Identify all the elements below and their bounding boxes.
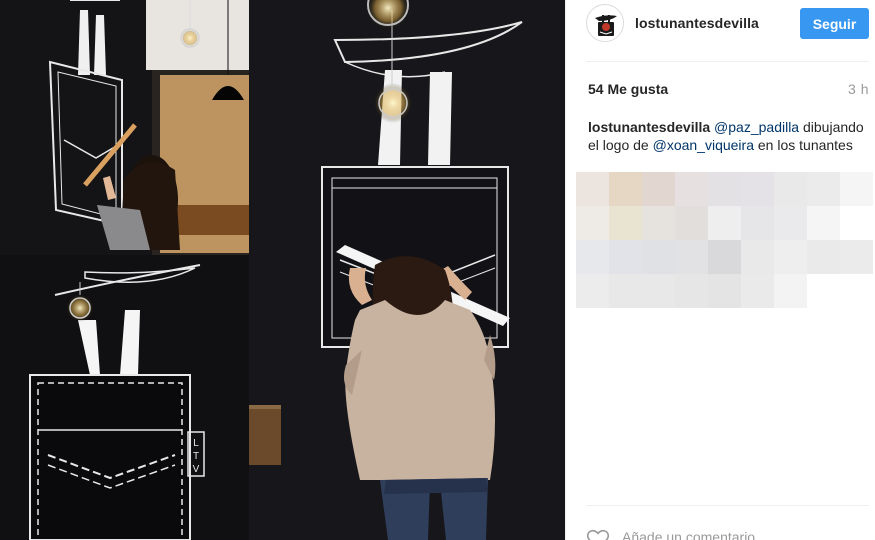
caption: lostunantesdevilla @paz_padilla dibujand… bbox=[588, 118, 873, 154]
pixelated-comments bbox=[576, 172, 875, 308]
panel-right bbox=[249, 0, 565, 540]
sign-letter: T bbox=[193, 451, 199, 462]
username[interactable]: lostunantesdevilla bbox=[635, 15, 759, 31]
heart-icon[interactable] bbox=[586, 528, 610, 540]
post-time[interactable]: 3 h bbox=[848, 81, 869, 97]
caption-mention[interactable]: @xoan_viqueira bbox=[653, 137, 754, 153]
photo-collage: L T V bbox=[0, 0, 565, 540]
panel-bottom-left: L T V bbox=[0, 255, 249, 540]
caption-username[interactable]: lostunantesdevilla bbox=[588, 119, 710, 135]
likes-row: 54 Me gusta 3 h bbox=[588, 81, 869, 99]
post-photo[interactable]: L T V bbox=[0, 0, 565, 540]
post-sidebar: lostunantesdevilla Seguir 54 Me gusta 3 … bbox=[565, 0, 875, 540]
follow-button[interactable]: Seguir bbox=[800, 8, 869, 39]
add-comment-row: ··· bbox=[586, 526, 869, 540]
logo-avatar-icon bbox=[588, 6, 623, 41]
sign-letter: L bbox=[193, 438, 199, 449]
header-divider bbox=[586, 61, 869, 62]
footer-divider bbox=[586, 505, 869, 506]
caption-text: en los tunantes bbox=[754, 137, 853, 153]
sign-letter: V bbox=[193, 464, 200, 475]
panel-top-left bbox=[0, 0, 249, 255]
avatar[interactable] bbox=[586, 4, 624, 42]
comment-input[interactable] bbox=[622, 529, 822, 540]
like-count[interactable]: 54 Me gusta bbox=[588, 81, 668, 97]
caption-mention[interactable]: @paz_padilla bbox=[714, 119, 799, 135]
post-header: lostunantesdevilla Seguir bbox=[566, 0, 875, 62]
more-options-icon[interactable]: ··· bbox=[853, 534, 869, 540]
